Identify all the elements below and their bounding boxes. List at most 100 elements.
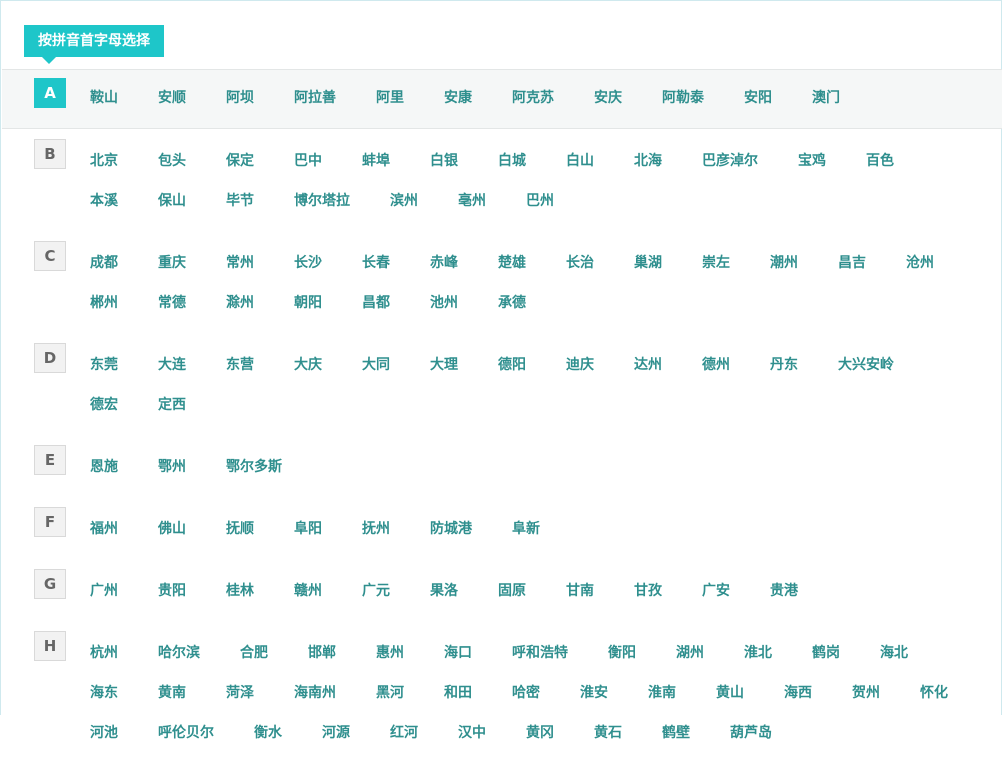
city-link[interactable]: 崇左 [702,243,730,283]
city-link[interactable]: 果洛 [430,571,458,611]
city-link[interactable]: 福州 [90,509,118,549]
city-link[interactable]: 广安 [702,571,730,611]
city-link[interactable]: 保山 [158,181,186,221]
city-link[interactable]: 呼伦贝尔 [158,713,214,753]
city-link[interactable]: 赤峰 [430,243,458,283]
city-link[interactable]: 长治 [566,243,594,283]
city-link[interactable]: 鄂尔多斯 [226,447,282,487]
city-link[interactable]: 德州 [702,345,730,385]
city-link[interactable]: 安康 [444,78,472,118]
city-link[interactable]: 阿里 [376,78,404,118]
letter-badge[interactable]: G [34,569,66,599]
city-link[interactable]: 衡阳 [608,633,636,673]
city-link[interactable]: 楚雄 [498,243,526,283]
city-link[interactable]: 安庆 [594,78,622,118]
city-link[interactable]: 博尔塔拉 [294,181,350,221]
city-link[interactable]: 贺州 [852,673,880,713]
city-link[interactable]: 昌都 [362,283,390,323]
city-link[interactable]: 常州 [226,243,254,283]
city-link[interactable]: 阜阳 [294,509,322,549]
city-link[interactable]: 固原 [498,571,526,611]
city-link[interactable]: 北海 [634,141,662,181]
city-link[interactable]: 海口 [444,633,472,673]
city-link[interactable]: 防城港 [430,509,472,549]
city-link[interactable]: 昌吉 [838,243,866,283]
pinyin-initial-tab[interactable]: 按拼音首字母选择 [24,25,164,64]
city-link[interactable]: 哈尔滨 [158,633,200,673]
city-link[interactable]: 阿勒泰 [662,78,704,118]
city-link[interactable]: 佛山 [158,509,186,549]
city-link[interactable]: 红河 [390,713,418,753]
city-link[interactable]: 哈密 [512,673,540,713]
city-link[interactable]: 安顺 [158,78,186,118]
city-link[interactable]: 衡水 [254,713,282,753]
city-link[interactable]: 安阳 [744,78,772,118]
city-link[interactable]: 蚌埠 [362,141,390,181]
city-link[interactable]: 阜新 [512,509,540,549]
city-link[interactable]: 大兴安岭 [838,345,894,385]
city-link[interactable]: 河源 [322,713,350,753]
city-link[interactable]: 德阳 [498,345,526,385]
city-link[interactable]: 德宏 [90,385,118,425]
city-link[interactable]: 包头 [158,141,186,181]
city-link[interactable]: 和田 [444,673,472,713]
city-link[interactable]: 贵阳 [158,571,186,611]
city-link[interactable]: 池州 [430,283,458,323]
city-link[interactable]: 亳州 [458,181,486,221]
city-link[interactable]: 惠州 [376,633,404,673]
city-link[interactable]: 黑河 [376,673,404,713]
city-link[interactable]: 东莞 [90,345,118,385]
city-link[interactable]: 潮州 [770,243,798,283]
city-link[interactable]: 承德 [498,283,526,323]
city-link[interactable]: 沧州 [906,243,934,283]
city-link[interactable]: 黄冈 [526,713,554,753]
city-link[interactable]: 菏泽 [226,673,254,713]
city-link[interactable]: 淮安 [580,673,608,713]
city-link[interactable]: 海东 [90,673,118,713]
city-link[interactable]: 杭州 [90,633,118,673]
city-link[interactable]: 滨州 [390,181,418,221]
letter-badge[interactable]: C [34,241,66,271]
city-link[interactable]: 抚州 [362,509,390,549]
city-link[interactable]: 澳门 [812,78,840,118]
city-link[interactable]: 百色 [866,141,894,181]
letter-badge[interactable]: D [34,343,66,373]
city-link[interactable]: 淮南 [648,673,676,713]
city-link[interactable]: 长春 [362,243,390,283]
city-link[interactable]: 淮北 [744,633,772,673]
city-link[interactable]: 大同 [362,345,390,385]
city-link[interactable]: 桂林 [226,571,254,611]
letter-badge[interactable]: A [34,78,66,108]
city-link[interactable]: 丹东 [770,345,798,385]
city-link[interactable]: 海南州 [294,673,336,713]
city-link[interactable]: 北京 [90,141,118,181]
city-link[interactable]: 怀化 [920,673,948,713]
city-link[interactable]: 广州 [90,571,118,611]
city-link[interactable]: 达州 [634,345,662,385]
city-link[interactable]: 白山 [566,141,594,181]
city-link[interactable]: 本溪 [90,181,118,221]
city-link[interactable]: 河池 [90,713,118,753]
city-link[interactable]: 赣州 [294,571,322,611]
city-link[interactable]: 白城 [498,141,526,181]
city-link[interactable]: 黄石 [594,713,622,753]
city-link[interactable]: 重庆 [158,243,186,283]
city-link[interactable]: 阿拉善 [294,78,336,118]
city-link[interactable]: 汉中 [458,713,486,753]
city-link[interactable]: 巴中 [294,141,322,181]
city-link[interactable]: 葫芦岛 [730,713,772,753]
city-link[interactable]: 东营 [226,345,254,385]
city-link[interactable]: 鹤壁 [662,713,690,753]
city-link[interactable]: 甘孜 [634,571,662,611]
city-link[interactable]: 宝鸡 [798,141,826,181]
city-link[interactable]: 迪庆 [566,345,594,385]
city-link[interactable]: 贵港 [770,571,798,611]
city-link[interactable]: 抚顺 [226,509,254,549]
city-link[interactable]: 大连 [158,345,186,385]
city-link[interactable]: 保定 [226,141,254,181]
city-link[interactable]: 郴州 [90,283,118,323]
city-link[interactable]: 恩施 [90,447,118,487]
city-link[interactable]: 滁州 [226,283,254,323]
city-link[interactable]: 白银 [430,141,458,181]
city-link[interactable]: 呼和浩特 [512,633,568,673]
